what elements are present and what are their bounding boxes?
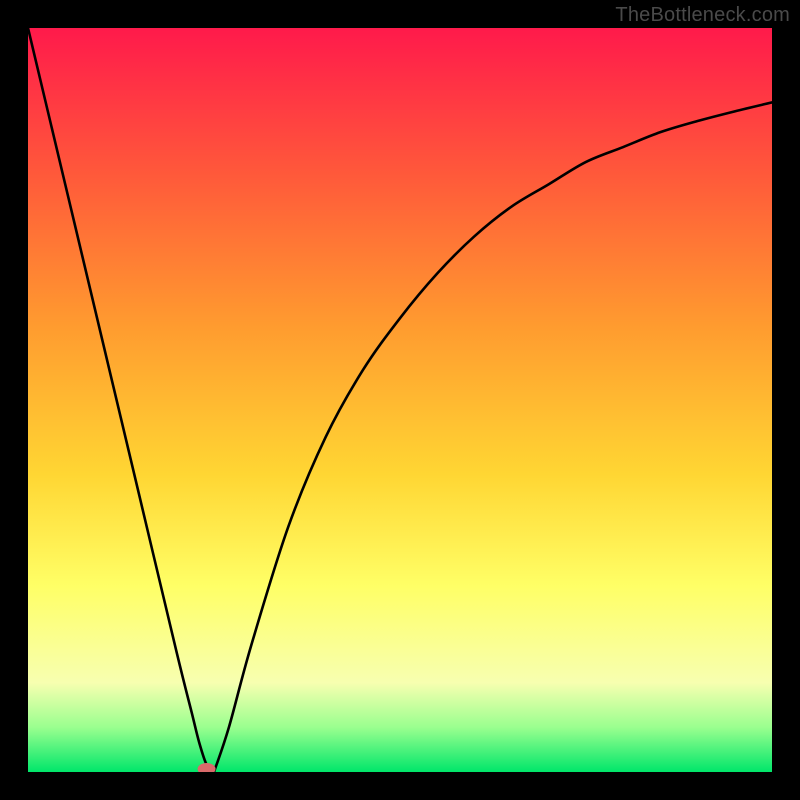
chart-frame: TheBottleneck.com bbox=[0, 0, 800, 800]
bottleneck-chart bbox=[28, 28, 772, 772]
watermark-text: TheBottleneck.com bbox=[615, 4, 790, 27]
heat-background bbox=[28, 28, 772, 772]
